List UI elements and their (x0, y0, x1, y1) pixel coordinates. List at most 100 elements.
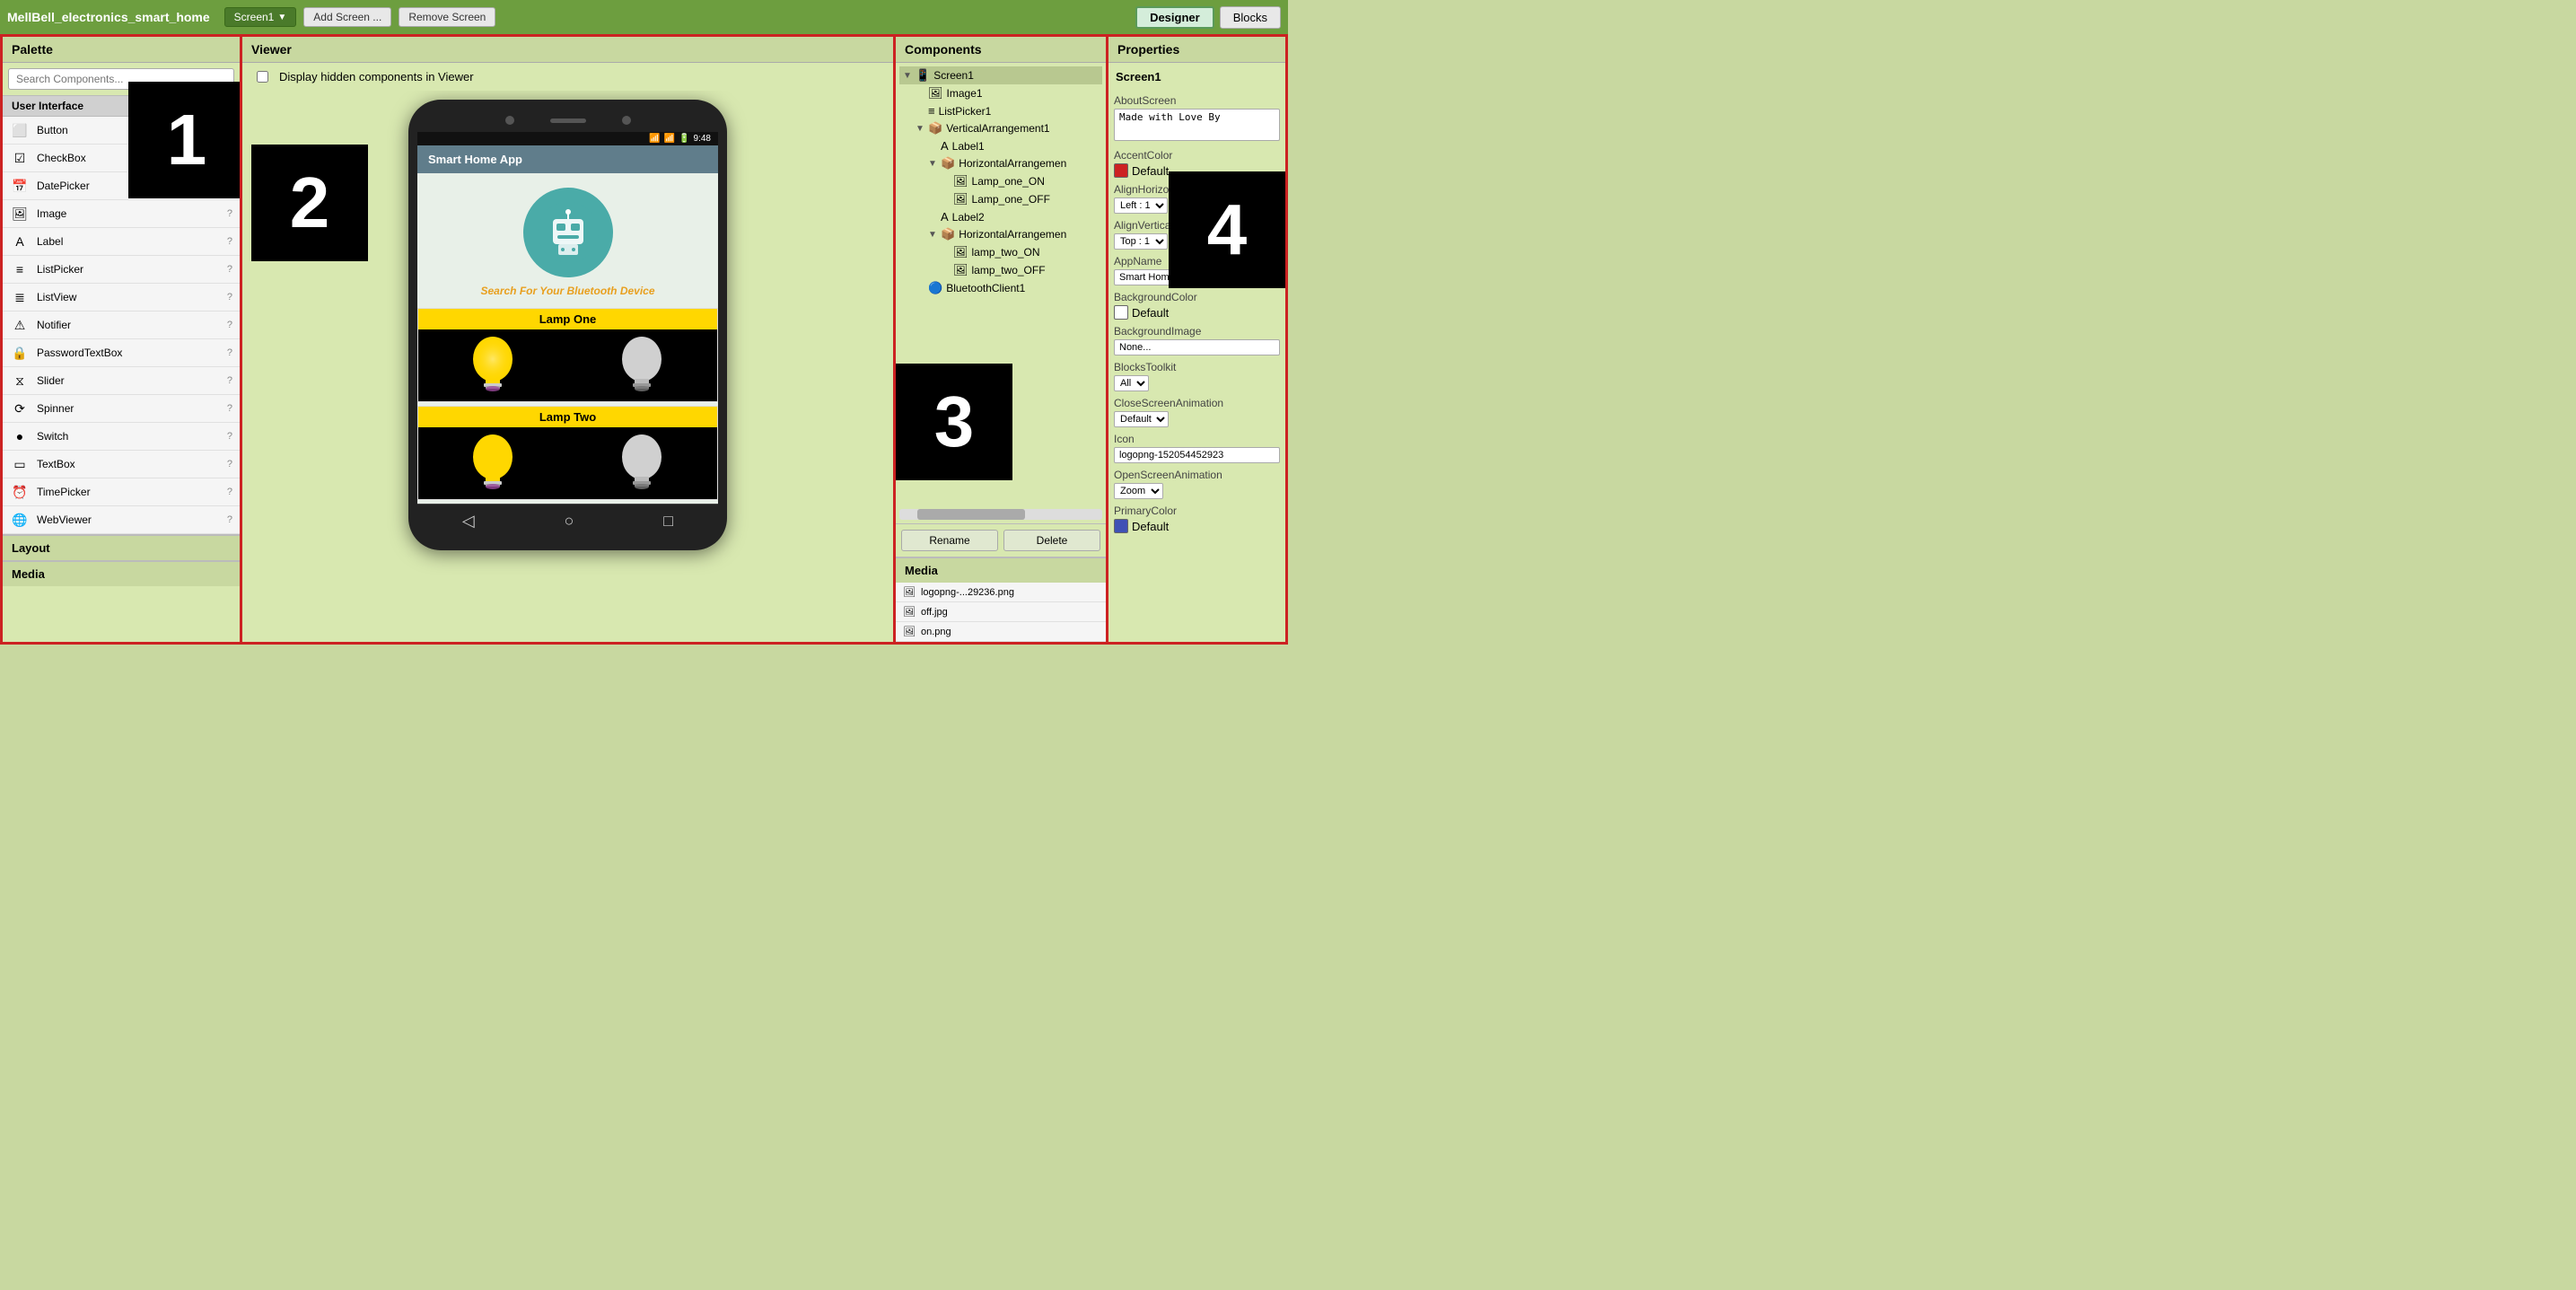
tree-item-bluetoothclient1[interactable]: 🔵 BluetoothClient1 (899, 279, 1102, 297)
lamp-two-section: Lamp Two (417, 406, 718, 500)
palette-title: Palette (3, 37, 240, 63)
time-display: 9:48 (694, 134, 711, 144)
phone-camera (505, 116, 514, 125)
prop-label-8: CloseScreenAnimation (1114, 397, 1280, 409)
comp-help-listpicker[interactable]: ? (227, 264, 232, 275)
palette-item-listpicker[interactable]: ≡ ListPicker ? (3, 256, 240, 284)
prop-input-4[interactable] (1114, 269, 1280, 285)
tree-item-lamp_one_off[interactable]: 🖼 Lamp_one_OFF (899, 190, 1102, 208)
screen1-button[interactable]: Screen1 ▼ (224, 7, 297, 27)
palette-item-webviewer[interactable]: 🌐 WebViewer ? (3, 506, 240, 534)
tree-item-image1[interactable]: 🖼 Image1 (899, 84, 1102, 102)
palette-item-switch[interactable]: ● Switch ? (3, 423, 240, 451)
prop-select-8[interactable]: Default (1114, 411, 1169, 427)
palette-item-passwordtextbox[interactable]: 🔒 PasswordTextBox ? (3, 339, 240, 367)
comp-help-datepicker[interactable]: ? (227, 180, 232, 191)
viewer-title: Viewer (242, 37, 893, 63)
recent-button[interactable]: □ (663, 512, 673, 531)
comp-help-checkbox[interactable]: ? (227, 153, 232, 163)
media-item-2[interactable]: 🖼 on.png (896, 622, 1106, 642)
prop-input-9[interactable] (1114, 447, 1280, 463)
properties-title: Properties (1108, 37, 1285, 63)
blocks-button[interactable]: Blocks (1220, 6, 1281, 29)
prop-select-2[interactable]: Left : 1 (1114, 197, 1168, 214)
prop-color-label-1: Default (1132, 164, 1169, 178)
comp-help-label[interactable]: ? (227, 236, 232, 247)
palette-item-image[interactable]: 🖼 Image ? (3, 200, 240, 228)
tree-item-label2[interactable]: A Label2 (899, 208, 1102, 225)
palette-item-button[interactable]: ⬜ Button ? (3, 117, 240, 145)
tree-icon-1: 🖼 (928, 86, 943, 101)
palette-item-textbox[interactable]: ▭ TextBox ? (3, 451, 240, 478)
media-item-0[interactable]: 🖼 logopng-...29236.png (896, 583, 1106, 602)
palette-item-label[interactable]: A Label ? (3, 228, 240, 256)
tree-label-6: Lamp_one_ON (972, 175, 1045, 188)
viewer-body: 📶 📶 🔋 9:48 Smart Home App (242, 91, 893, 642)
back-button[interactable]: ◁ (462, 512, 475, 531)
tree-item-horizontalarrangemen[interactable]: ▼ 📦 HorizontalArrangemen (899, 154, 1102, 172)
palette-item-slider[interactable]: ⧖ Slider ? (3, 367, 240, 395)
prop-color-5[interactable] (1114, 305, 1128, 320)
comp-help-switch[interactable]: ? (227, 431, 232, 442)
prop-input-6[interactable] (1114, 339, 1280, 355)
comp-help-spinner[interactable]: ? (227, 403, 232, 414)
prop-color-11[interactable] (1114, 519, 1128, 533)
comp-scrollbar[interactable] (899, 509, 1102, 520)
tree-item-lamp_two_on[interactable]: 🖼 lamp_two_ON (899, 243, 1102, 261)
comp-help-webviewer[interactable]: ? (227, 514, 232, 525)
tree-item-lamp_one_on[interactable]: 🖼 Lamp_one_ON (899, 172, 1102, 190)
prop-color-1[interactable] (1114, 163, 1128, 178)
media-item-1[interactable]: 🖼 off.jpg (896, 602, 1106, 622)
prop-item-blockstoolkit: BlocksToolkit All (1114, 361, 1280, 391)
palette-item-datepicker[interactable]: 📅 DatePicker ? (3, 172, 240, 200)
tree-item-horizontalarrangemen[interactable]: ▼ 📦 HorizontalArrangemen (899, 225, 1102, 243)
comp-icon-label: A (10, 232, 30, 251)
lamp-one-label: Lamp One (418, 309, 717, 329)
tree-item-lamp_two_off[interactable]: 🖼 lamp_two_OFF (899, 261, 1102, 279)
comp-name-listview: ListView (37, 291, 227, 303)
hidden-components-checkbox[interactable] (257, 71, 268, 83)
tree-item-label1[interactable]: A Label1 (899, 137, 1102, 154)
prop-item-closescreenanimation: CloseScreenAnimation Default (1114, 397, 1280, 427)
delete-button[interactable]: Delete (1003, 530, 1100, 551)
designer-button[interactable]: Designer (1135, 6, 1214, 29)
palette-item-checkbox[interactable]: ☑ CheckBox ? (3, 145, 240, 172)
remove-screen-button[interactable]: Remove Screen (399, 7, 495, 27)
phone-mockup: 📶 📶 🔋 9:48 Smart Home App (408, 100, 727, 550)
prop-select-7[interactable]: All (1114, 375, 1149, 391)
tree-item-listpicker1[interactable]: ≡ ListPicker1 (899, 102, 1102, 119)
palette-item-timepicker[interactable]: ⏰ TimePicker ? (3, 478, 240, 506)
comp-name-button: Button (37, 124, 227, 136)
prop-color-label-5: Default (1132, 306, 1169, 320)
tree-item-screen1[interactable]: ▼ 📱 Screen1 (899, 66, 1102, 84)
media-section: Media 🖼 logopng-...29236.png 🖼 off.jpg 🖼… (896, 557, 1106, 642)
prop-item-openscreenanimation: OpenScreenAnimation Zoom (1114, 469, 1280, 499)
tree-label-4: Label1 (952, 140, 985, 153)
add-screen-button[interactable]: Add Screen ... (303, 7, 391, 27)
comp-help-slider[interactable]: ? (227, 375, 232, 386)
search-input[interactable] (8, 68, 234, 90)
tree-label-9: HorizontalArrangemen (959, 228, 1066, 241)
tree-item-verticalarrangement1[interactable]: ▼ 📦 VerticalArrangement1 (899, 119, 1102, 137)
palette-item-notifier[interactable]: ⚠ Notifier ? (3, 312, 240, 339)
palette-item-spinner[interactable]: ⟳ Spinner ? (3, 395, 240, 423)
comp-name-notifier: Notifier (37, 319, 227, 331)
rename-button[interactable]: Rename (901, 530, 998, 551)
palette-item-listview[interactable]: ≣ ListView ? (3, 284, 240, 312)
comp-help-textbox[interactable]: ? (227, 459, 232, 469)
prop-select-10[interactable]: Zoom (1114, 483, 1163, 499)
comp-help-notifier[interactable]: ? (227, 320, 232, 330)
comp-icon-passwordtextbox: 🔒 (10, 343, 30, 363)
components-title: Components (896, 37, 1106, 63)
comp-help-image[interactable]: ? (227, 208, 232, 219)
home-button[interactable]: ○ (565, 512, 574, 531)
lamp-two-images (418, 427, 717, 499)
media-title: Media (896, 558, 1106, 583)
comp-help-passwordtextbox[interactable]: ? (227, 347, 232, 358)
comp-help-button[interactable]: ? (227, 125, 232, 136)
comp-help-listview[interactable]: ? (227, 292, 232, 303)
prop-textarea-0[interactable]: Made with Love By (1114, 109, 1280, 141)
prop-select-3[interactable]: Top : 1 (1114, 233, 1168, 250)
comp-help-timepicker[interactable]: ? (227, 487, 232, 497)
logo-svg (537, 201, 600, 264)
